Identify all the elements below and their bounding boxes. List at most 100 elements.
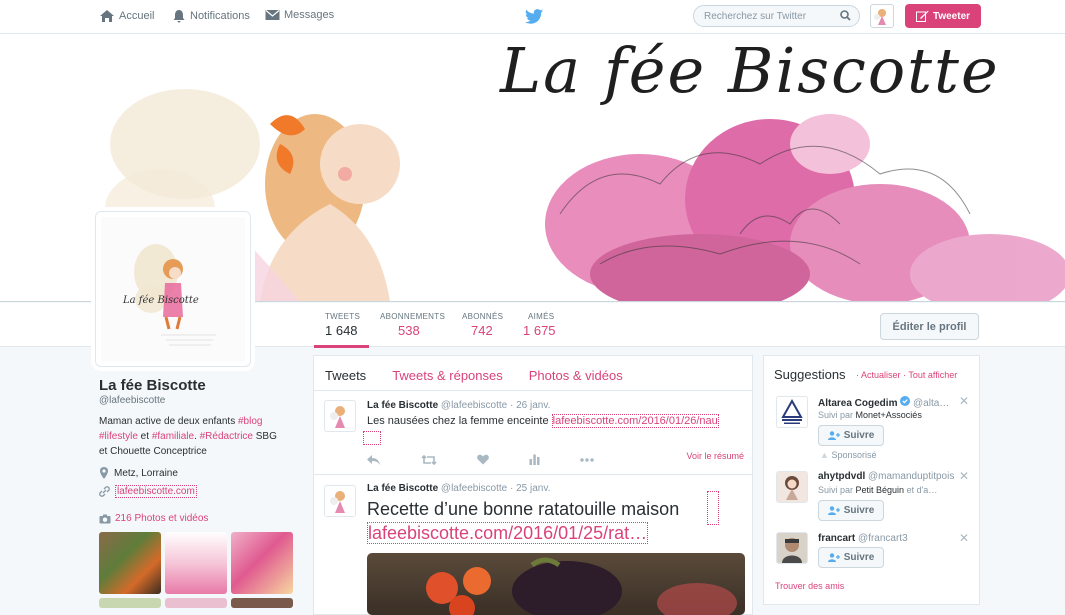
like-heart-icon[interactable] [477,454,489,465]
tweet-date[interactable]: · 26 janv. [510,400,550,411]
followed-by-suffix: et d'a… [904,485,938,495]
follow-button[interactable]: Suivre [818,547,884,568]
tweet-link-continuation[interactable] [363,431,381,445]
tweet-author-name[interactable]: La fée Biscotte [367,400,438,411]
edit-profile-button[interactable]: Éditer le profil [880,313,979,340]
suggestion-display-name: francart [818,533,856,544]
dismiss-suggestion-button[interactable]: ✕ [959,531,969,545]
tweet-media-image[interactable] [367,553,745,615]
find-friends-link[interactable]: Trouver des amis [775,581,844,591]
tweet-text-body: Les nausées chez la femme enceinte [367,415,552,427]
profile-name[interactable]: La fée Biscotte [99,377,206,394]
followed-by-name[interactable]: Petit Béguin [856,485,905,495]
follow-button[interactable]: Suivre [818,425,884,446]
tweet-header: La fée Biscotte @lafeebiscotte · 25 janv… [367,483,550,494]
suggestion-name[interactable]: francart @francart3 [818,533,908,544]
bio-et: et [137,431,152,442]
search-placeholder: Recherchez sur Twitter [704,11,807,22]
suggestions-actions[interactable]: · Actualiser · Tout afficher [856,370,957,380]
website-link[interactable]: lafeebiscotte.com [115,485,197,498]
stat-likes[interactable]: AIMÉS 1 675 [523,312,556,338]
nav-messages[interactable]: Messages [265,9,334,21]
tweet-author-handle: @lafeebiscotte [440,483,508,494]
hashtag-blog[interactable]: #blog [238,416,262,427]
photo-thumbnail-3[interactable] [231,532,293,594]
fairy-avatar-icon [330,406,345,428]
tab-photos-videos[interactable]: Photos & vidéos [529,368,623,390]
suggestion-avatar[interactable] [776,532,808,564]
tweet-button[interactable]: Tweeter [905,4,981,28]
tweet-link[interactable]: lafeebiscotte.com/2016/01/26/nau [551,414,719,428]
hashtag-redactrice[interactable]: #Rédactrice [200,431,253,442]
photo-thumbnail-4[interactable] [99,598,161,608]
stat-following[interactable]: ABONNEMENTS 538 [380,312,445,338]
nav-notifications[interactable]: Notifications [172,9,250,23]
stat-following-value: 538 [398,323,420,338]
reply-icon[interactable] [367,454,381,465]
suggestion-avatar[interactable] [776,471,808,503]
stat-followers[interactable]: ABONNÉS 742 [462,312,503,338]
photo-thumbnail-1[interactable] [99,532,161,594]
fairy-avatar-icon [874,9,886,25]
tweet-author-name[interactable]: La fée Biscotte [367,483,438,494]
twitter-bird-icon[interactable] [525,9,543,24]
nav-home[interactable]: Accueil [99,9,154,23]
tweet-header: La fée Biscotte @lafeebiscotte · 26 janv… [367,400,550,411]
stat-tweets[interactable]: TWEETS 1 648 [325,312,360,338]
profile-avatar-image: La fée Biscotte [101,217,245,361]
followed-by-name[interactable]: Monet+Associés [856,410,922,420]
suggestion-followed-by: Suivi par Petit Béguin et d'a… [818,485,937,495]
tweet-button-label: Tweeter [932,10,971,22]
tab-tweets[interactable]: Tweets [325,368,366,390]
tweet-link-fragment[interactable] [707,491,719,525]
suggestion-display-name: ahytpdvdl [818,471,866,482]
tweet-item[interactable]: La fée Biscotte @lafeebiscotte · 25 janv… [314,475,752,615]
suggestion-display-name: Altarea Cogedim [818,398,898,409]
dismiss-suggestion-button[interactable]: ✕ [959,394,969,408]
analytics-icon[interactable] [529,454,540,465]
follow-button-label: Suivre [843,552,875,563]
photos-videos-link[interactable]: 216 Photos et vidéos [99,513,208,524]
suggestion-avatar[interactable] [776,396,808,428]
tweet-item[interactable]: La fée Biscotte @lafeebiscotte · 26 janv… [314,391,752,475]
profile-handle: @lafeebiscotte [99,395,166,406]
profile-avatar[interactable]: La fée Biscotte [95,211,251,367]
tweet-text: Recette d’une bonne ratatouille maison l… [367,497,747,545]
timeline-tabs: Tweets Tweets & réponses Photos & vidéos [314,356,752,391]
tab-tweets-replies[interactable]: Tweets & réponses [392,368,503,390]
hashtag-lifestyle[interactable]: #lifestyle [99,431,138,442]
suggestion-item: francart @francart3 ✕ Suivre [764,531,981,578]
account-avatar[interactable] [870,4,894,28]
follow-button[interactable]: Suivre [818,500,884,521]
follow-button-label: Suivre [843,430,875,441]
tweet-date[interactable]: · 25 janv. [510,483,550,494]
suggestion-name[interactable]: Altarea Cogedim @alta… [818,396,949,409]
more-options-icon[interactable] [580,457,594,462]
vegetables-photo [426,557,737,615]
tweet-link[interactable]: lafeebiscotte.com/2016/01/25/rat… [367,522,649,544]
location-text: Metz, Lorraine [114,467,178,479]
stat-likes-label: AIMÉS [528,312,555,321]
profile-bio: Maman active de deux enfants #blog #life… [99,414,299,459]
suggestion-name[interactable]: ahytpdvdl @mamanduptitpois [818,471,954,482]
active-stat-indicator [314,345,369,348]
top-bar: Accueil Notifications Messages Recherche… [0,0,1065,34]
dismiss-suggestion-button[interactable]: ✕ [959,469,969,483]
followed-by-prefix: Suivi par [818,410,856,420]
envelope-icon [265,10,280,20]
tweet-author-handle: @lafeebiscotte [440,400,508,411]
suggestion-item: Altarea Cogedim @alta… Suivi par Monet+A… [764,394,981,464]
photo-thumbnail-5[interactable] [165,598,227,608]
photo-thumbnail-2[interactable] [165,532,227,594]
add-user-icon [827,506,840,515]
search-input[interactable]: Recherchez sur Twitter [693,5,860,27]
retweet-icon[interactable] [421,454,437,465]
person-avatar-photo [782,538,802,563]
hashtag-familiale[interactable]: #familiale [152,431,194,442]
tweet-avatar[interactable] [324,400,356,432]
show-summary-link[interactable]: Voir le résumé [686,451,744,461]
tweet-avatar[interactable] [324,485,356,517]
photo-thumbnail-6[interactable] [231,598,293,608]
search-icon[interactable] [840,10,851,21]
profile-location: Metz, Lorraine [99,467,178,479]
